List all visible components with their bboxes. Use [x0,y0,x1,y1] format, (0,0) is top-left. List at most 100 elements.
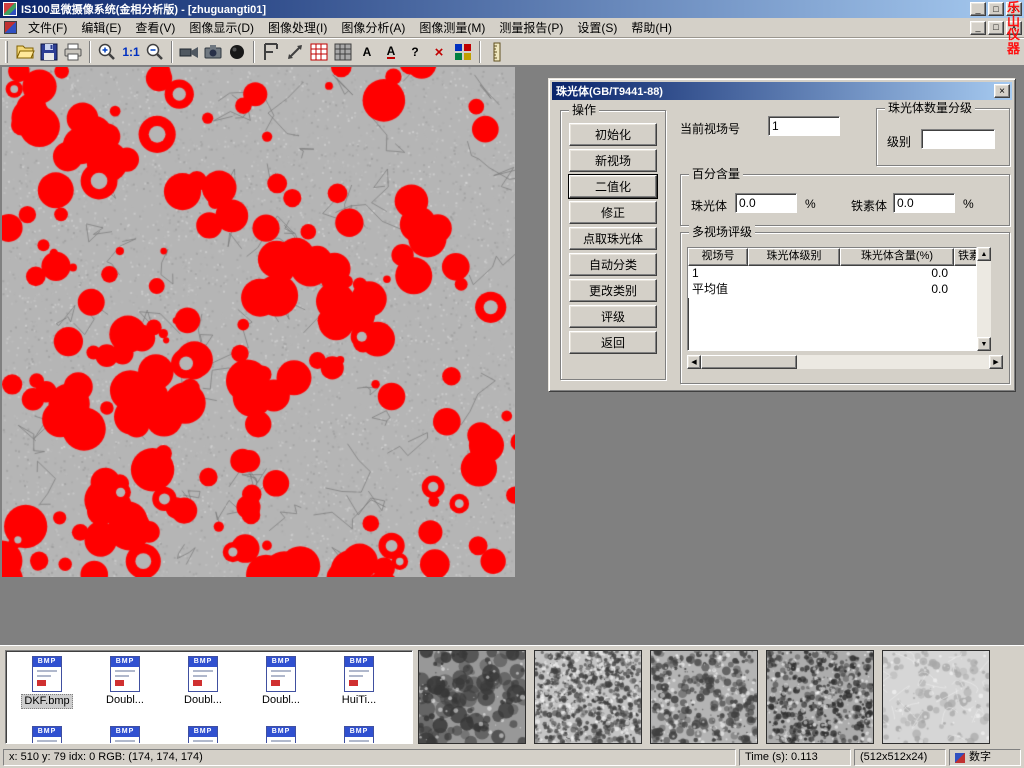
table-row[interactable]: 平均值0.0 [688,282,976,298]
delete-icon[interactable]: × [427,40,451,64]
thumbnail-3[interactable] [650,650,758,744]
thumbnail-4[interactable] [766,650,874,744]
vertical-scroll-track[interactable] [977,261,991,337]
menu-item-image-measure[interactable]: 图像测量(M) [412,17,492,38]
window-title: IS100显微摄像系统(金相分析版) - [zhuguangti01] [21,1,968,17]
file-item[interactable]: BMPHuiTi... [320,653,398,723]
file-list[interactable]: BMPDKF.bmpBMPDoubl...BMPDoubl...BMPDoubl… [5,650,413,744]
thumbnail-5[interactable] [882,650,990,744]
minimize-button[interactable]: _ [970,2,986,16]
menu-item-image-processing[interactable]: 图像处理(I) [261,17,334,38]
initialize-button[interactable]: 初始化 [569,123,657,146]
pearlite-label: 珠光体 [691,197,727,214]
file-item[interactable]: BMP [242,723,320,744]
thumbnail-2[interactable] [534,650,642,744]
operation-group: 操作 初始化新视场二值化修正点取珠光体自动分类更改类别评级返回 [560,110,666,380]
dialog-close-button[interactable]: × [994,84,1010,98]
scroll-thumb[interactable] [701,355,797,369]
scroll-right-icon[interactable]: ▶ [989,355,1003,369]
toolbar-grip[interactable] [5,41,8,63]
actual-size-icon[interactable]: 1:1 [119,40,143,64]
print-icon[interactable] [61,40,85,64]
mdi-child-icon[interactable] [4,21,17,34]
binarize-button[interactable]: 二值化 [569,175,657,198]
grading-group-label: 珠光体数量分级 [885,101,975,115]
menu-item-help[interactable]: 帮助(H) [624,17,679,38]
table-column-header-0[interactable]: 视场号 [688,248,748,266]
watermark: 乐山仪器 [1006,1,1021,56]
ruler-icon[interactable] [485,40,509,64]
vertical-scrollbar[interactable]: ▲ ▼ [977,247,991,351]
file-item[interactable]: BMP [320,723,398,744]
zoom-in-icon[interactable] [95,40,119,64]
scroll-up-icon[interactable]: ▲ [977,247,991,261]
horizontal-scroll-track[interactable] [701,355,989,369]
ferrite-value-input[interactable] [893,193,955,213]
table-column-header-1[interactable]: 珠光体级别 [748,248,840,266]
menu-item-image-analysis[interactable]: 图像分析(A) [334,17,412,38]
pick-pearlite-button[interactable]: 点取珠光体 [569,227,657,250]
file-item[interactable]: BMP Doubl... [242,653,320,723]
change-class-button[interactable]: 更改类别 [569,279,657,302]
file-item[interactable]: BMPDoubl... [164,653,242,723]
menu-item-edit[interactable]: 编辑(E) [74,17,128,38]
current-field-input[interactable] [768,116,840,136]
file-item[interactable]: BMP [8,723,86,744]
correct-button[interactable]: 修正 [569,201,657,224]
menu-item-image-display[interactable]: 图像显示(D) [182,17,261,38]
capture-icon[interactable] [225,40,249,64]
dialog-title-bar[interactable]: 珠光体(GB/T9441-88) × [552,82,1012,100]
file-item[interactable]: BMP [86,723,164,744]
dark-grid-icon[interactable] [331,40,355,64]
scroll-left-icon[interactable]: ◀ [687,355,701,369]
auto-classify-button[interactable]: 自动分类 [569,253,657,276]
thumbnail-1[interactable] [418,650,526,744]
table-cell [954,266,977,282]
save-icon[interactable] [37,40,61,64]
caliper-icon[interactable] [259,40,283,64]
open-icon[interactable] [13,40,37,64]
help-icon[interactable]: ? [403,40,427,64]
video-icon[interactable] [177,40,201,64]
menu-item-file[interactable]: 文件(F) [21,17,74,38]
level-input[interactable] [921,129,995,149]
pearlite-value-input[interactable] [735,193,797,213]
mdi-minimize-button[interactable]: _ [970,21,986,35]
text-icon[interactable]: A [355,40,379,64]
file-item[interactable]: BMPDKF.bmp [8,653,86,723]
red-grid-icon[interactable] [307,40,331,64]
bmp-file-icon: BMP [188,726,218,744]
file-item[interactable]: BMPDoubl... [86,653,164,723]
menu-items: 文件(F)编辑(E)查看(V)图像显示(D)图像处理(I)图像分析(A)图像测量… [21,17,679,38]
file-name: HuiTi... [340,694,378,707]
app-icon[interactable] [3,2,17,16]
table-row[interactable]: 10.0 [688,266,976,282]
new-field-button[interactable]: 新视场 [569,149,657,172]
file-item[interactable]: BMP [164,723,242,744]
scroll-down-icon[interactable]: ▼ [977,337,991,351]
ferrite-unit: % [963,197,974,211]
restore-button[interactable]: □ [988,2,1004,16]
rate-button[interactable]: 评级 [569,305,657,328]
palette-icon[interactable] [451,40,475,64]
table-column-header-2[interactable]: 珠光体含量(%) [840,248,954,266]
menu-item-settings[interactable]: 设置(S) [570,17,624,38]
table-column-header-3[interactable]: 铁素体含量(%) [954,248,977,266]
zoom-out-icon[interactable] [143,40,167,64]
camera-icon[interactable] [201,40,225,64]
horizontal-scrollbar[interactable]: ◀ ▶ [687,355,1003,369]
filmstrip: BMPDKF.bmpBMPDoubl...BMPDoubl...BMPDoubl… [0,645,1024,747]
annotate-icon[interactable]: A [379,40,403,64]
menu-item-view[interactable]: 查看(V) [128,17,182,38]
bmp-file-icon: BMP [266,656,296,692]
mdi-restore-button[interactable]: □ [988,21,1004,35]
metallographic-image[interactable] [2,67,515,577]
toolbar-separator [89,41,91,63]
return-button[interactable]: 返回 [569,331,657,354]
menu-item-report[interactable]: 测量报告(P) [492,17,570,38]
file-name: Doubl... [260,694,302,707]
title-bar[interactable]: IS100显微摄像系统(金相分析版) - [zhuguangti01] _ □ … [0,0,1024,18]
dialog-body: 操作 初始化新视场二值化修正点取珠光体自动分类更改类别评级返回 当前视场号 珠光… [552,100,1012,390]
file-name: Doubl... [104,694,146,707]
measure-icon[interactable] [283,40,307,64]
